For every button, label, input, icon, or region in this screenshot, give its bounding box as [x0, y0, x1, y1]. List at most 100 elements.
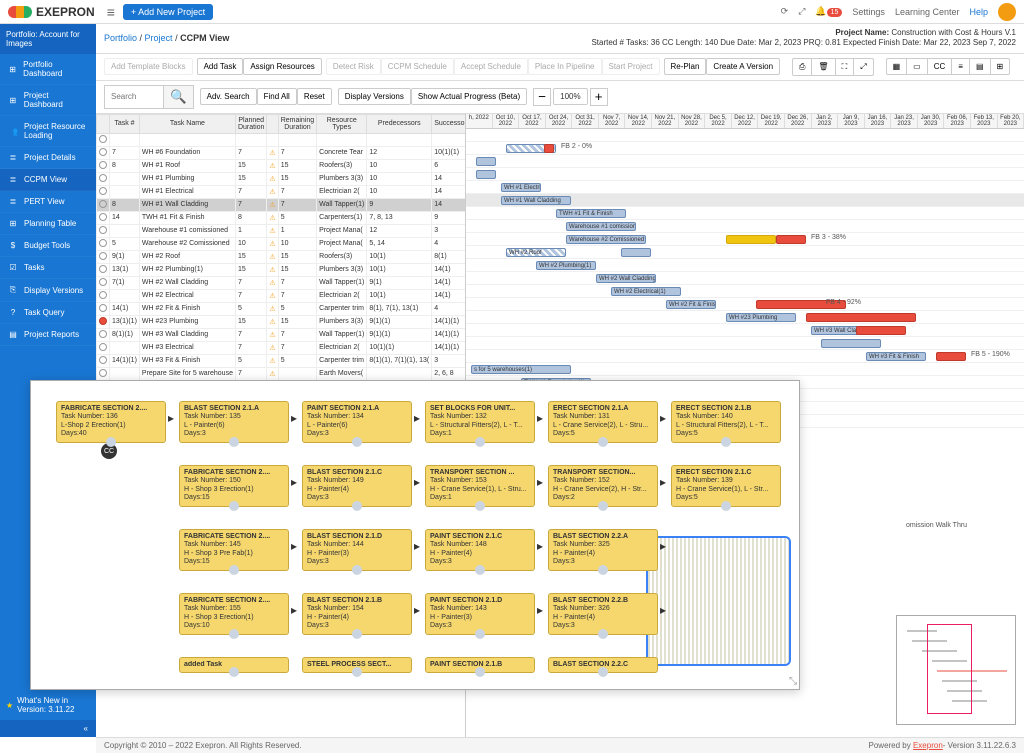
pert-node[interactable]: SET BLOCKS FOR UNIT...Task Number: 132L … [425, 401, 535, 443]
node-handle[interactable] [598, 667, 608, 677]
settings-link[interactable]: Settings [852, 7, 885, 17]
view-mode-button[interactable]: CC [927, 58, 953, 75]
table-header[interactable]: Successors [432, 114, 466, 133]
pert-node[interactable]: FABRICATE SECTION 2....Task Number: 150H… [179, 465, 289, 507]
toolbar-icon-button[interactable]: ⤢ [853, 58, 873, 76]
node-handle[interactable] [352, 437, 362, 447]
add-task-button[interactable]: Add Task [197, 58, 244, 75]
node-handle[interactable] [229, 667, 239, 677]
pert-node[interactable]: ERECT SECTION 2.1.ATask Number: 131L - C… [548, 401, 658, 443]
help-link[interactable]: Help [969, 7, 988, 17]
node-handle[interactable] [598, 437, 608, 447]
pert-node[interactable]: BLAST SECTION 2.1.BTask Number: 154H - P… [302, 593, 412, 635]
node-handle[interactable] [229, 501, 239, 511]
gantt-bar[interactable]: WH #1 Wall Cladding [501, 196, 571, 205]
node-handle[interactable] [475, 565, 485, 575]
sidebar-item-portfolio-dashboard[interactable]: ⊞Portfolio Dashboard [0, 54, 96, 85]
node-handle[interactable] [475, 667, 485, 677]
node-handle[interactable] [229, 437, 239, 447]
table-row[interactable]: 7WH #6 Foundation7⚠7Concrete Tear1210(1)… [97, 146, 467, 159]
sidebar-item-project-details[interactable]: ≣Project Details [0, 147, 96, 169]
gantt-bar[interactable] [776, 235, 806, 244]
pert-node[interactable]: PAINT SECTION 2.1.ATask Number: 134L - P… [302, 401, 412, 443]
find-all-button[interactable]: Find All [257, 88, 297, 105]
node-handle[interactable] [721, 501, 731, 511]
expand-icon[interactable]: ⤢ [798, 6, 805, 17]
gantt-bar[interactable]: Warehouse #1 comissioned [566, 222, 636, 231]
gantt-bar[interactable]: WH #23 Plumbing [726, 313, 796, 322]
node-handle[interactable] [475, 629, 485, 639]
table-header[interactable]: Task # [110, 114, 140, 133]
table-header[interactable]: Resource Types [317, 114, 367, 133]
gantt-bar[interactable] [936, 352, 966, 361]
node-handle[interactable] [229, 629, 239, 639]
pert-node[interactable]: FABRICATE SECTION 2....Task Number: 155H… [179, 593, 289, 635]
view-mode-button[interactable]: ≡ [951, 58, 970, 75]
hamburger-icon[interactable]: ≡ [107, 4, 115, 20]
view-mode-button[interactable]: ▤ [969, 58, 991, 75]
gantt-bar[interactable] [821, 339, 881, 348]
whats-new[interactable]: ★What's New in Version: 3.11.22 [0, 690, 96, 720]
gantt-bar[interactable]: WH #3 Fit & Finish [866, 352, 926, 361]
pert-node[interactable]: PAINT SECTION 2.1.CTask Number: 148H - P… [425, 529, 535, 571]
breadcrumb-project[interactable]: Project [145, 33, 173, 43]
gantt-bar[interactable] [621, 248, 651, 257]
toolbar-icon-button[interactable]: ⛶ [835, 58, 855, 76]
gantt-bar[interactable]: TWH #1 Fit & Finish [556, 209, 626, 218]
table-row[interactable]: WH #1 Plumbing15⚠15Plumbers 3(3)1014 [97, 172, 467, 185]
pert-node[interactable]: BLAST SECTION 2.2.C [548, 657, 658, 673]
table-header[interactable] [97, 114, 110, 133]
sidebar-item-ccpm-view[interactable]: ≣CCPM View [0, 169, 96, 191]
gantt-bar[interactable]: WH #2 Electrical(1) [611, 287, 681, 296]
pert-node[interactable]: ERECT SECTION 2.1.BTask Number: 140L - S… [671, 401, 781, 443]
table-row[interactable]: WH #1 Electrical7⚠7Electrician 2(1014 [97, 185, 467, 198]
table-row[interactable] [97, 133, 467, 146]
pert-node[interactable]: BLAST SECTION 2.2.BTask Number: 326H - P… [548, 593, 658, 635]
reset-button[interactable]: Reset [297, 88, 332, 105]
sidebar-item-tasks[interactable]: ☑Tasks [0, 257, 96, 279]
learning-link[interactable]: Learning Center [895, 7, 960, 17]
zoom-out-button[interactable]: − [533, 88, 551, 106]
node-handle[interactable] [598, 565, 608, 575]
refresh-icon[interactable]: ⟳ [781, 6, 789, 17]
table-row[interactable]: 5Warehouse #2 Comissioned10⚠10Project Ma… [97, 237, 467, 250]
sidebar-item-project-dashboard[interactable]: ⊞Project Dashboard [0, 85, 96, 116]
display-versions-button[interactable]: Display Versions [338, 88, 411, 105]
node-handle[interactable] [475, 501, 485, 511]
pert-node[interactable]: BLAST SECTION 2.1.DTask Number: 144H - P… [302, 529, 412, 571]
re-plan-button[interactable]: Re-Plan [664, 58, 707, 75]
node-handle[interactable] [106, 437, 116, 447]
search-input[interactable] [104, 85, 164, 109]
view-mode-button[interactable]: ⊞ [990, 58, 1011, 75]
breadcrumb-portfolio[interactable]: Portfolio [104, 33, 137, 43]
gantt-bar[interactable] [544, 144, 554, 153]
node-handle[interactable] [352, 501, 362, 511]
table-row[interactable]: Prepare Site for 5 warehouse7⚠Earth Move… [97, 367, 467, 380]
node-handle[interactable] [229, 565, 239, 575]
node-handle[interactable] [598, 501, 608, 511]
gantt-bar[interactable]: s for 5 warehouses(1) [471, 365, 571, 374]
pert-node[interactable]: BLAST SECTION 2.1.CTask Number: 149H - P… [302, 465, 412, 507]
table-header[interactable] [267, 114, 278, 133]
gantt-bar[interactable]: WH #1 Electrical [501, 183, 541, 192]
pert-node[interactable]: ERECT SECTION 2.1.CTask Number: 139H - C… [671, 465, 781, 507]
assign-resources-button[interactable]: Assign Resources [243, 58, 321, 75]
avatar[interactable] [998, 3, 1016, 21]
node-handle[interactable] [721, 437, 731, 447]
gantt-bar[interactable]: WH #2 Wall Cladding [596, 274, 656, 283]
pert-overlay[interactable]: CC ⤡ FABRICATE SECTION 2....Task Number:… [30, 380, 800, 690]
gantt-bar[interactable] [856, 326, 906, 335]
pert-node[interactable]: BLAST SECTION 2.2.ATask Number: 325H - P… [548, 529, 658, 571]
overview-viewport[interactable] [927, 624, 972, 714]
search-button[interactable]: 🔍 [164, 85, 194, 109]
sidebar-item-budget-tools[interactable]: $Budget Tools [0, 235, 96, 257]
table-row[interactable]: WH #2 Electrical7⚠7Electrician 2(10(1)14… [97, 289, 467, 302]
table-row[interactable]: 14(1)WH #2 Fit & Finish5⚠5Carpenter trim… [97, 302, 467, 315]
zoom-in-button[interactable]: + [590, 88, 608, 106]
gantt-bar[interactable]: WH #2 Roof [506, 248, 566, 257]
pert-node[interactable]: PAINT SECTION 2.1.B [425, 657, 535, 673]
sidebar-item-display-versions[interactable]: ⎘Display Versions [0, 279, 96, 302]
bell-icon[interactable]: 🔔15 [815, 6, 842, 17]
table-row[interactable]: WH #3 Electrical7⚠7Electrician 2(10(1)(1… [97, 341, 467, 354]
sidebar-item-project-reports[interactable]: ▤Project Reports [0, 324, 96, 346]
